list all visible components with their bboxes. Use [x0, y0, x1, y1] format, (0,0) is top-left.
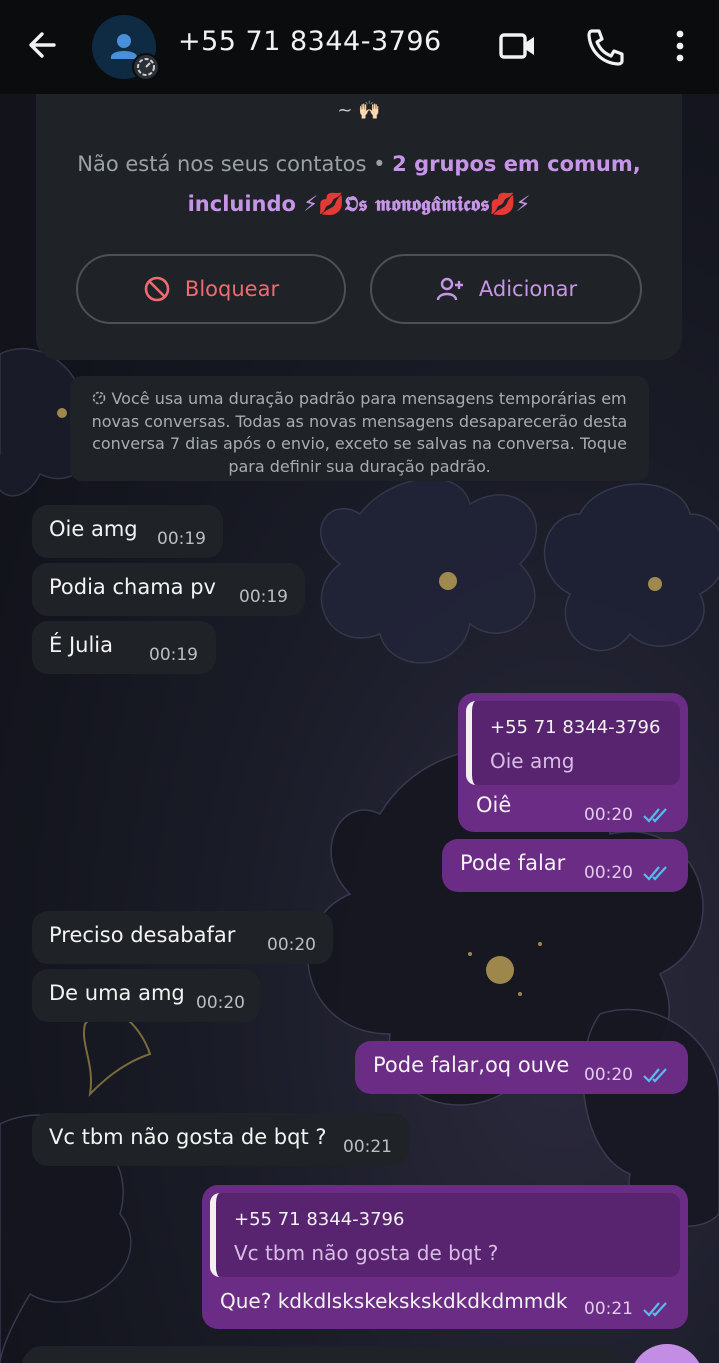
video-call-icon[interactable] [496, 24, 540, 68]
phone-icon[interactable] [582, 24, 626, 68]
message-time: 00:19 [239, 587, 288, 607]
avatar[interactable] [92, 15, 160, 81]
block-button[interactable]: Bloquear [76, 254, 346, 324]
message-time: 00:20 [584, 805, 633, 825]
disappearing-messages-notice[interactable]: Você usa uma duração padrão para mensage… [70, 376, 649, 481]
message-bubble[interactable]: Pode falar,oq ouve 00:20 [355, 1041, 688, 1094]
contact-about: ~ 🙌🏻 [337, 100, 381, 121]
group-name[interactable]: ⚡💋𝕺𝖘 𝖒𝖔𝖓𝖔𝖌𝖆̂𝖒𝖎𝖈𝖔𝖘💋⚡ [303, 192, 530, 216]
message-bubble[interactable]: Pode falar 00:20 [442, 839, 688, 892]
quote-author: +55 71 8344-3796 [234, 1209, 405, 1230]
quote-author: +55 71 8344-3796 [490, 717, 661, 738]
message-bubble[interactable]: De uma amg 00:20 [32, 969, 260, 1022]
message-bubble[interactable]: É Julia 00:19 [32, 621, 216, 674]
message-text: Preciso desabafar [49, 923, 236, 947]
read-receipt-icon [643, 1068, 667, 1083]
message-time: 00:20 [584, 863, 633, 883]
quoted-message[interactable]: +55 71 8344-3796 Vc tbm não gosta de bqt… [210, 1193, 680, 1277]
chat-header: +55 71 8344-3796 [0, 0, 719, 94]
read-receipt-icon [643, 866, 667, 881]
message-input[interactable] [22, 1346, 618, 1363]
timer-icon [93, 391, 106, 405]
message-text: Pode falar [460, 851, 566, 875]
message-time: 00:19 [149, 645, 198, 665]
message-bubble[interactable]: Oie amg 00:19 [32, 505, 223, 558]
add-label: Adicionar [478, 277, 578, 301]
add-person-icon [436, 277, 463, 301]
message-time: 00:20 [196, 993, 245, 1013]
message-text: Oie amg [49, 517, 138, 541]
timer-icon [132, 53, 160, 81]
message-bubble[interactable]: Preciso desabafar 00:20 [32, 911, 333, 964]
more-vert-icon[interactable] [658, 24, 702, 68]
contact-note: Não está nos seus contatos • 2 grupos em… [36, 144, 682, 224]
message-text: Podia chama pv [49, 575, 216, 599]
message-text: É Julia [49, 633, 113, 657]
quoted-message[interactable]: +55 71 8344-3796 Oie amg [466, 701, 680, 785]
quote-text: Oie amg [490, 749, 575, 773]
add-contact-button[interactable]: Adicionar [370, 254, 642, 324]
message-text: Vc tbm não gosta de bqt ? [49, 1125, 327, 1149]
message-time: 00:21 [343, 1137, 392, 1157]
message-time: 00:20 [584, 1065, 633, 1085]
including-text: incluindo [187, 192, 304, 216]
message-bubble[interactable]: Vc tbm não gosta de bqt ? 00:21 [32, 1113, 409, 1166]
message-text: Oiê [476, 793, 512, 817]
message-time: 00:20 [267, 935, 316, 955]
message-bubble[interactable]: +55 71 8344-3796 Oie amg Oiê 00:20 [458, 693, 688, 832]
quote-text: Vc tbm não gosta de bqt ? [234, 1241, 499, 1265]
block-icon [144, 276, 170, 302]
block-label: Bloquear [184, 277, 280, 301]
contact-info-card: ~ 🙌🏻 Não está nos seus contatos • 2 grup… [36, 94, 682, 360]
back-arrow-icon[interactable] [24, 26, 62, 64]
read-receipt-icon [643, 1302, 667, 1317]
message-time: 00:19 [157, 529, 206, 549]
message-text: Que? kdkdlskskeksksk­dkdkdmmdk [220, 1289, 568, 1313]
message-bubble[interactable]: Podia chama pv 00:19 [32, 563, 305, 616]
message-text: De uma amg [49, 981, 185, 1005]
message-text: Pode falar,oq ouve [373, 1053, 570, 1077]
not-in-contacts-text: Não está nos seus contatos • [77, 152, 393, 176]
common-groups-link[interactable]: 2 grupos em comum, [392, 152, 641, 176]
read-receipt-icon [643, 808, 667, 823]
contact-title[interactable]: +55 71 8344-3796 [178, 26, 442, 57]
notice-text: Você usa uma duração padrão para mensage… [91, 389, 628, 476]
message-bubble[interactable]: +55 71 8344-3796 Vc tbm não gosta de bqt… [202, 1185, 688, 1329]
message-time: 00:21 [584, 1299, 633, 1319]
